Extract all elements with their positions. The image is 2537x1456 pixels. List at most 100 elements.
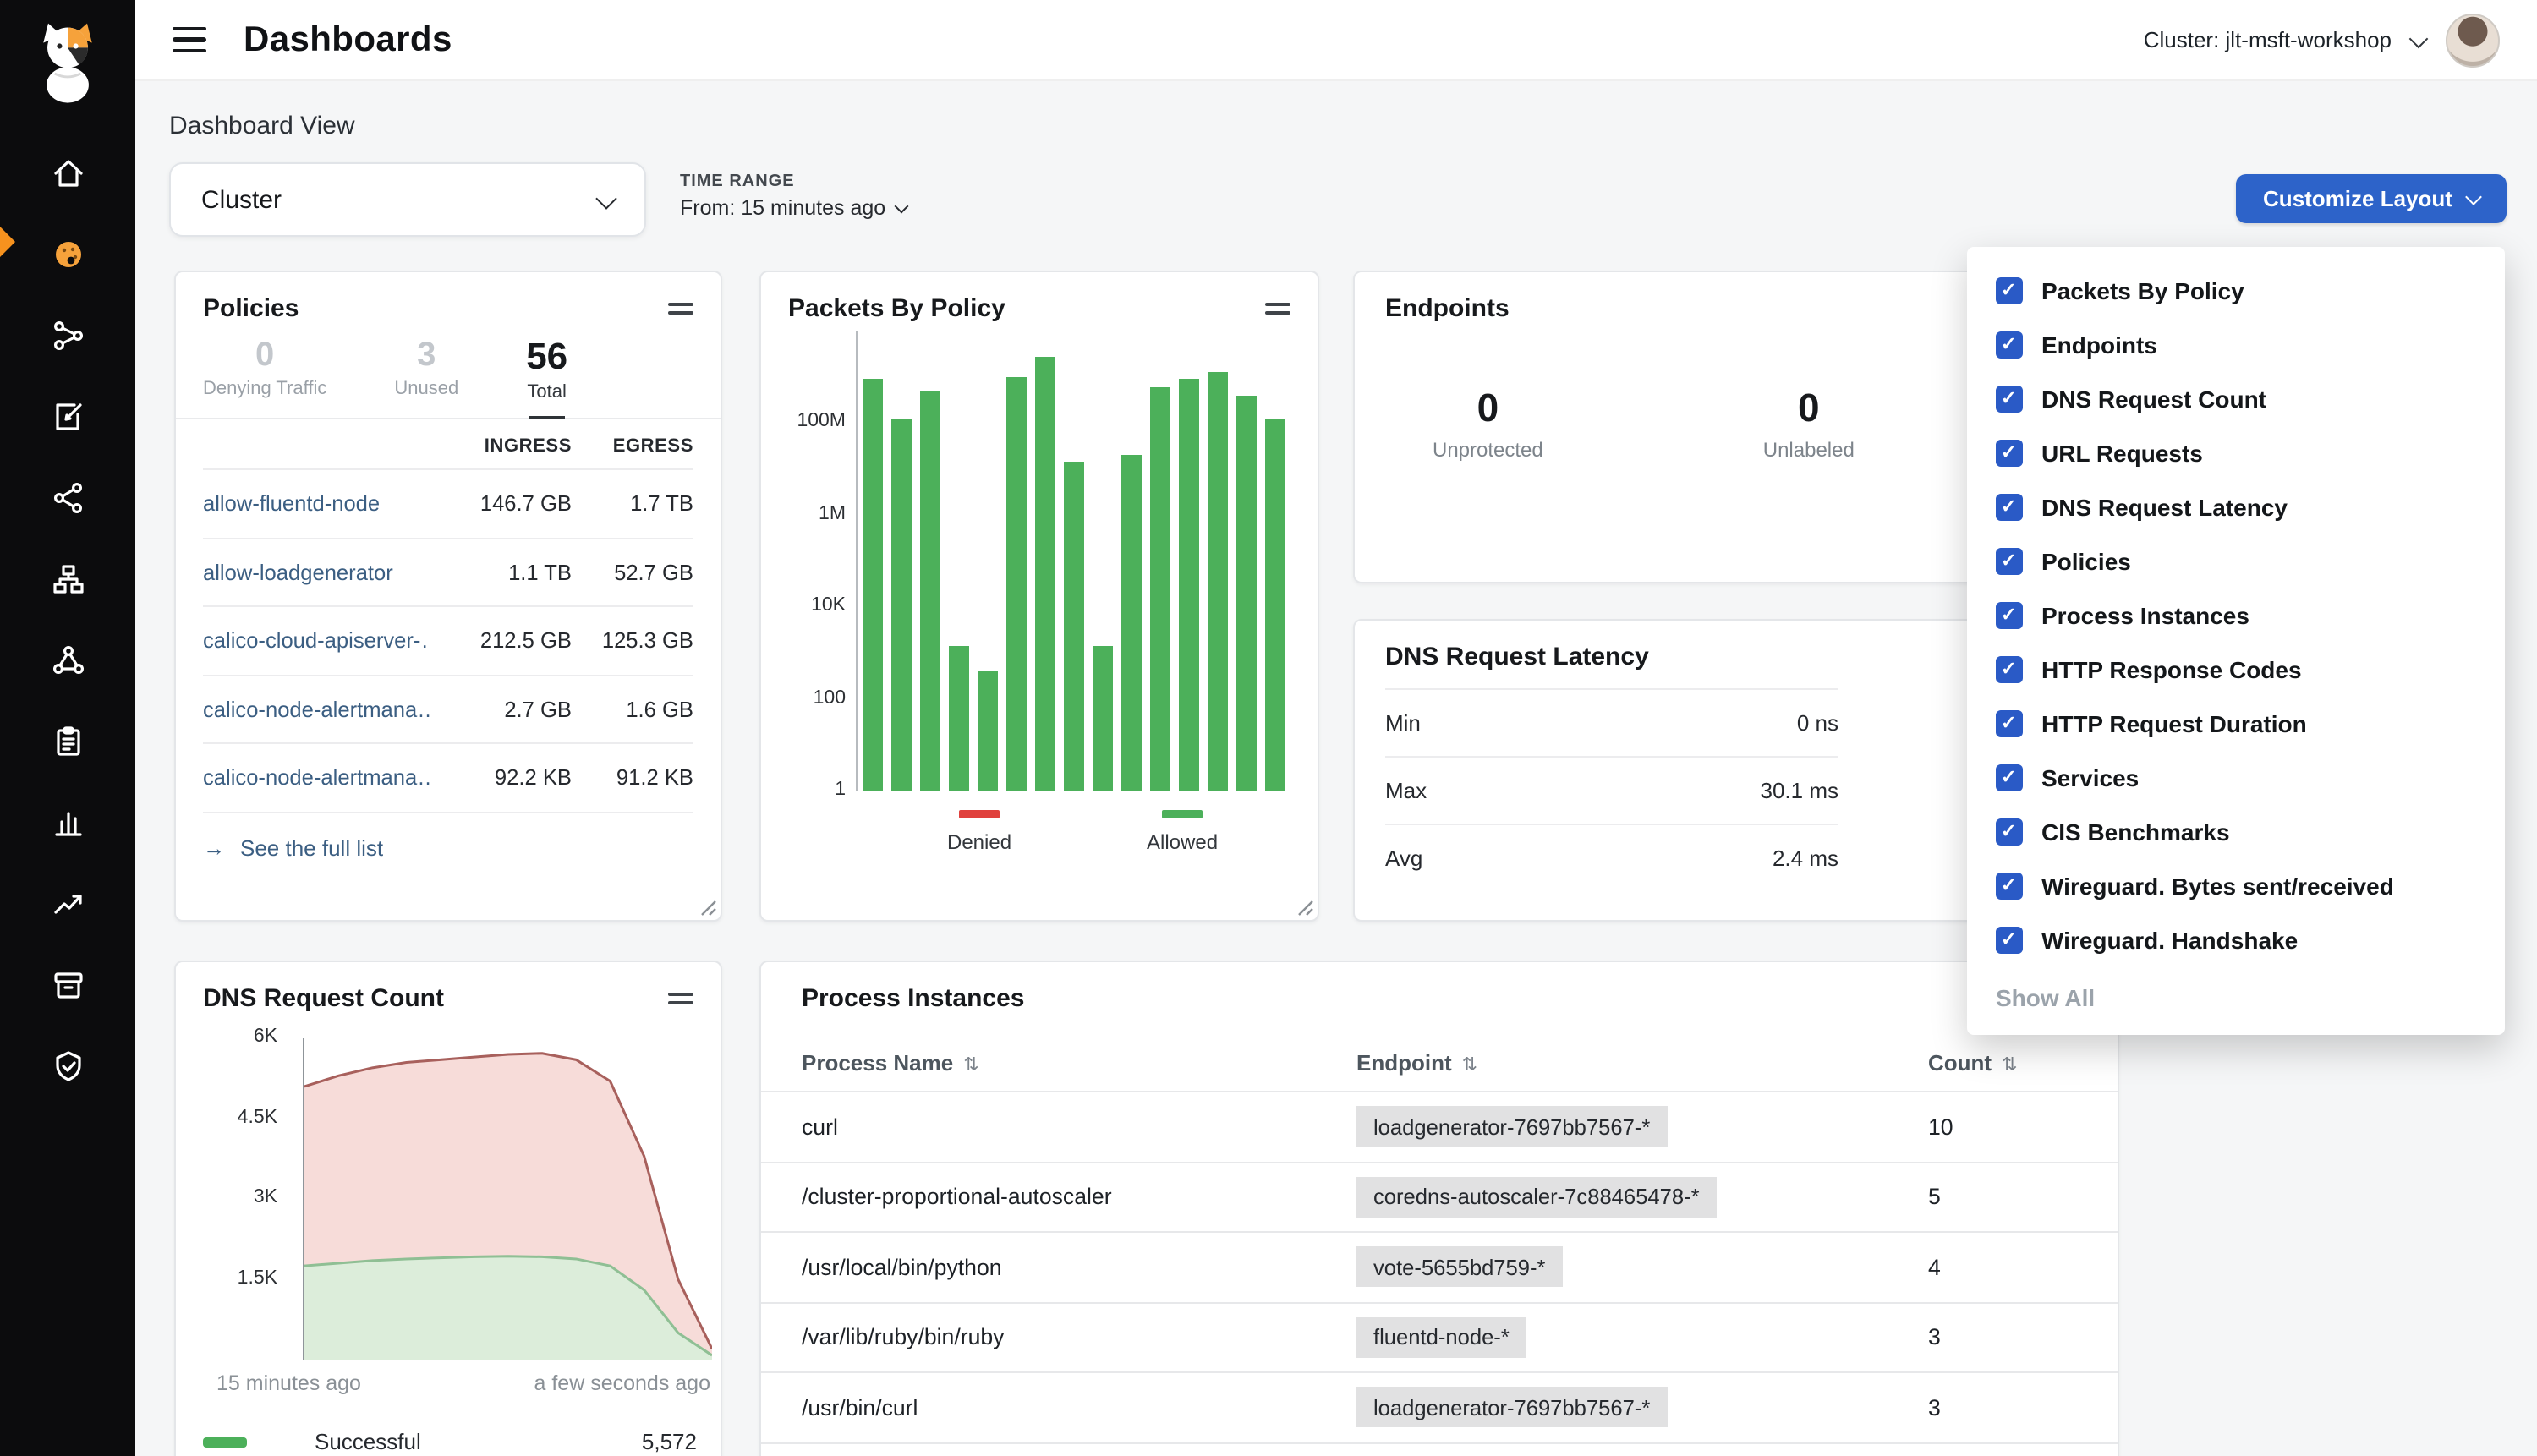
- policy-name-link[interactable]: allow-fluentd-node: [203, 491, 430, 517]
- checkbox-checked-icon[interactable]: [1996, 656, 2023, 683]
- hamburger-menu-icon[interactable]: [173, 26, 206, 53]
- dns-chart-x-axis: 15 minutes ago a few seconds ago: [216, 1371, 710, 1395]
- allowed-label: Allowed: [1147, 830, 1218, 854]
- policy-name-link[interactable]: calico-node-alertmana…: [203, 697, 430, 722]
- drag-handle-icon[interactable]: [1265, 301, 1290, 316]
- dns-request-count-card: DNS Request Count 6K4.5K3K1.5K 15 minute…: [174, 961, 722, 1456]
- customize-menu-item[interactable]: Process Instances: [1967, 588, 2505, 643]
- process-name-cell: /var/lib/ruby/bin/ruby: [802, 1325, 1356, 1350]
- process-name-cell: /usr/local/bin/python: [802, 1255, 1356, 1280]
- sidebar-item-home[interactable]: [0, 132, 135, 213]
- sidebar-item-shield[interactable]: [0, 1025, 135, 1106]
- x-label-end: a few seconds ago: [534, 1371, 711, 1395]
- policies-stat-unused[interactable]: 3Unused: [394, 337, 458, 418]
- packets-card-title: Packets By Policy: [788, 294, 1005, 323]
- sort-icon[interactable]: ⇅: [1462, 1055, 1477, 1076]
- section-label: Dashboard View: [169, 112, 355, 140]
- checkbox-checked-icon[interactable]: [1996, 710, 2023, 737]
- resize-handle-icon[interactable]: [1297, 900, 1314, 917]
- drag-handle-icon[interactable]: [668, 991, 693, 1006]
- endpoint-chip[interactable]: coredns-autoscaler-7c88465478-*: [1356, 1177, 1717, 1218]
- policies-table-header: INGRESS EGRESS: [203, 419, 693, 468]
- process-row: /usr/bin/kube-benchcompliance-benchmarke…: [761, 1443, 2118, 1456]
- sidebar-item-molecule[interactable]: [0, 619, 135, 700]
- endpoints-stat-unlabeled: 0Unlabeled: [1763, 386, 1855, 462]
- customize-menu-item[interactable]: HTTP Request Duration: [1967, 697, 2505, 751]
- checkbox-checked-icon[interactable]: [1996, 386, 2023, 413]
- dns-latency-card-title: DNS Request Latency: [1385, 643, 1649, 671]
- y-tick-label: 4.5K: [238, 1107, 277, 1127]
- legend-allowed: Allowed: [1147, 810, 1218, 854]
- customize-menu-item-label: Wireguard. Handshake: [2041, 927, 2298, 954]
- endpoint-chip[interactable]: vote-5655bd759-*: [1356, 1247, 1563, 1288]
- policies-card: Policies 0Denying Traffic3Unused56Total …: [174, 271, 722, 922]
- endpoints-card-title: Endpoints: [1385, 294, 1510, 323]
- packets-bar: [891, 420, 912, 792]
- policy-egress-value: 1.7 TB: [572, 491, 693, 517]
- policies-stat-denying-traffic[interactable]: 0Denying Traffic: [203, 337, 326, 418]
- resize-handle-icon[interactable]: [700, 900, 717, 917]
- sidebar-item-trend-up[interactable]: [0, 862, 135, 944]
- sidebar-item-flow-graph[interactable]: [0, 294, 135, 375]
- customize-menu-item[interactable]: DNS Request Count: [1967, 372, 2505, 426]
- cluster-selector-label[interactable]: Cluster: jlt-msft-workshop: [2144, 27, 2392, 52]
- chevron-down-icon: [894, 200, 908, 214]
- process-name-cell: /cluster-proportional-autoscaler: [802, 1185, 1356, 1210]
- chevron-down-icon[interactable]: [2409, 29, 2429, 48]
- sidebar-item-share-nodes[interactable]: [0, 457, 135, 538]
- dashboard-view-select[interactable]: Cluster: [169, 162, 646, 237]
- sort-icon[interactable]: ⇅: [963, 1055, 978, 1076]
- checkbox-checked-icon[interactable]: [1996, 873, 2023, 900]
- checkbox-checked-icon[interactable]: [1996, 602, 2023, 629]
- customize-menu-item[interactable]: Wireguard. Bytes sent/received: [1967, 859, 2505, 913]
- sidebar-item-palette[interactable]: [0, 213, 135, 294]
- sort-icon[interactable]: ⇅: [2002, 1055, 2017, 1076]
- customize-layout-button[interactable]: Customize Layout: [2236, 174, 2507, 223]
- customize-menu-item[interactable]: DNS Request Latency: [1967, 480, 2505, 534]
- see-full-list-link[interactable]: → See the full list: [203, 811, 693, 882]
- endpoint-chip[interactable]: fluentd-node-*: [1356, 1317, 1526, 1358]
- policy-ingress-value: 1.1 TB: [430, 560, 572, 585]
- user-avatar[interactable]: [2446, 13, 2500, 67]
- endpoint-chip[interactable]: loadgenerator-7697bb7567-*: [1356, 1107, 1667, 1147]
- sidebar-item-edit-document[interactable]: [0, 375, 135, 457]
- sidebar-item-clipboard[interactable]: [0, 700, 135, 781]
- customize-menu-item[interactable]: CIS Benchmarks: [1967, 805, 2505, 859]
- endpoint-chip[interactable]: loadgenerator-7697bb7567-*: [1356, 1388, 1667, 1428]
- process-row: curlloadgenerator-7697bb7567-*10: [761, 1092, 2118, 1163]
- endpoint-cell: loadgenerator-7697bb7567-*: [1356, 1388, 1928, 1428]
- customize-menu-item[interactable]: Services: [1967, 751, 2505, 805]
- policy-egress-value: 91.2 KB: [572, 765, 693, 791]
- checkbox-checked-icon[interactable]: [1996, 548, 2023, 575]
- policies-stat-total[interactable]: 56Total: [526, 337, 567, 418]
- dns-latency-row-min: Min0 ns: [1385, 688, 1838, 756]
- packets-bar: [978, 671, 998, 791]
- ingress-column-header: INGRESS: [430, 436, 572, 457]
- show-all-link[interactable]: Show All: [1967, 967, 2505, 1021]
- sidebar-item-sitemap[interactable]: [0, 538, 135, 619]
- time-range-control[interactable]: TIME RANGE From: 15 minutes ago: [680, 172, 906, 220]
- checkbox-checked-icon[interactable]: [1996, 331, 2023, 359]
- customize-menu-item[interactable]: Endpoints: [1967, 318, 2505, 372]
- checkbox-checked-icon[interactable]: [1996, 927, 2023, 954]
- checkbox-checked-icon[interactable]: [1996, 818, 2023, 846]
- customize-menu-item[interactable]: Packets By Policy: [1967, 264, 2505, 318]
- policy-name-link[interactable]: calico-cloud-apiserver-…: [203, 628, 430, 654]
- customize-menu-item[interactable]: HTTP Response Codes: [1967, 643, 2505, 697]
- drag-handle-icon[interactable]: [668, 301, 693, 316]
- topbar: Dashboards Cluster: jlt-msft-workshop: [135, 0, 2537, 81]
- packets-bar: [1064, 462, 1084, 791]
- customize-menu-item[interactable]: Policies: [1967, 534, 2505, 588]
- calico-cat-logo[interactable]: [29, 17, 107, 105]
- checkbox-checked-icon[interactable]: [1996, 440, 2023, 467]
- customize-menu-item[interactable]: URL Requests: [1967, 426, 2505, 480]
- checkbox-checked-icon[interactable]: [1996, 764, 2023, 791]
- checkbox-checked-icon[interactable]: [1996, 494, 2023, 521]
- policy-name-link[interactable]: allow-loadgenerator: [203, 560, 430, 585]
- customize-menu-item-label: Packets By Policy: [2041, 277, 2244, 304]
- policy-name-link[interactable]: calico-node-alertmana…: [203, 765, 430, 791]
- sidebar-item-archive-box[interactable]: [0, 944, 135, 1025]
- checkbox-checked-icon[interactable]: [1996, 277, 2023, 304]
- sidebar-item-bar-chart[interactable]: [0, 781, 135, 862]
- customize-menu-item[interactable]: Wireguard. Handshake: [1967, 913, 2505, 967]
